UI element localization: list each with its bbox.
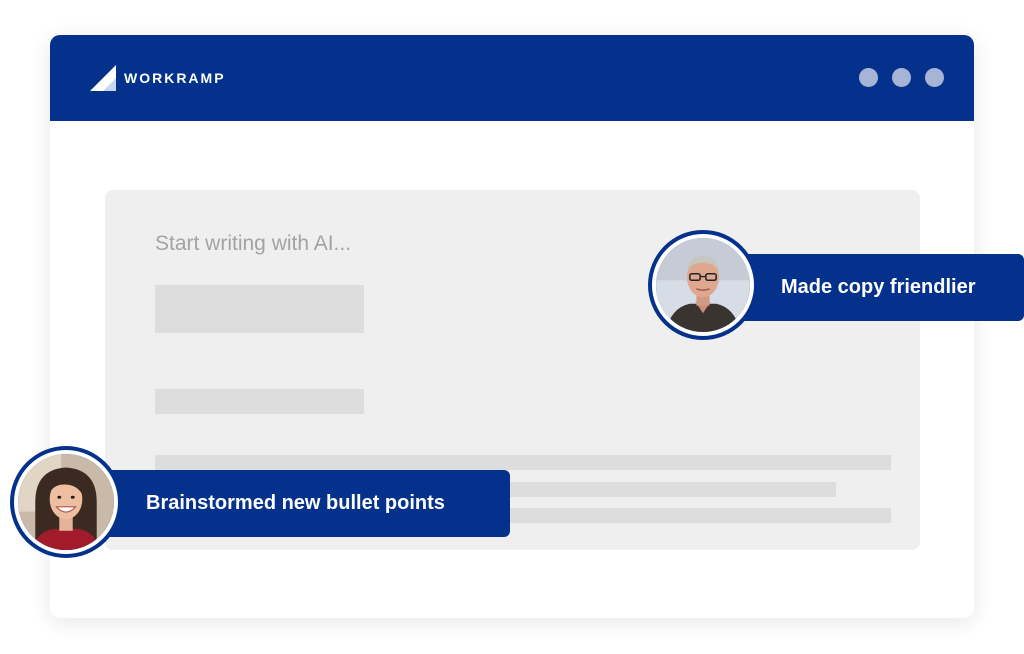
window-controls bbox=[845, 68, 944, 87]
collaborator-activity-badge: Brainstormed new bullet points bbox=[90, 470, 510, 537]
collaborator-avatar[interactable] bbox=[10, 446, 122, 558]
collaborator-activity-text: Brainstormed new bullet points bbox=[146, 492, 445, 514]
workramp-logo-icon bbox=[90, 65, 116, 91]
brand-name: WORKRAMP bbox=[124, 70, 226, 86]
skeleton-subheading bbox=[155, 389, 364, 414]
man-with-glasses-avatar-icon bbox=[656, 238, 750, 332]
collaborator-avatar[interactable] bbox=[648, 230, 758, 340]
editor-placeholder[interactable]: Start writing with AI... bbox=[155, 232, 351, 256]
skeleton-heading bbox=[155, 285, 364, 333]
smiling-woman-avatar-icon bbox=[18, 454, 114, 550]
collaborator-activity-badge: Made copy friendlier bbox=[715, 254, 1024, 321]
window-control-dot[interactable] bbox=[925, 68, 944, 87]
title-bar: WORKRAMP bbox=[50, 35, 974, 121]
window-control-dot[interactable] bbox=[859, 68, 878, 87]
stage: WORKRAMP Start writing with AI... Made c… bbox=[0, 0, 1024, 654]
skeleton-line bbox=[155, 455, 891, 470]
window-control-dot[interactable] bbox=[892, 68, 911, 87]
collaborator-activity-text: Made copy friendlier bbox=[781, 276, 976, 298]
brand-logo[interactable]: WORKRAMP bbox=[90, 65, 226, 91]
